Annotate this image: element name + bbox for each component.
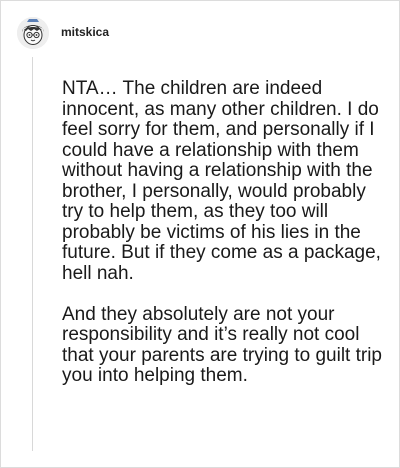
comment-paragraph: And they absolutely are not your respons…: [62, 303, 382, 386]
thread-line[interactable]: [32, 57, 33, 451]
comment-card: mitskica NTA… The children are indeed in…: [0, 0, 400, 468]
comment-body: NTA… The children are indeed innocent, a…: [62, 78, 382, 387]
comment-header: mitskica: [17, 15, 109, 51]
avatar-face-icon: [17, 17, 49, 49]
username[interactable]: mitskica: [61, 25, 109, 39]
comment-paragraph: NTA… The children are indeed innocent, a…: [62, 78, 381, 284]
user-avatar[interactable]: [17, 17, 49, 49]
